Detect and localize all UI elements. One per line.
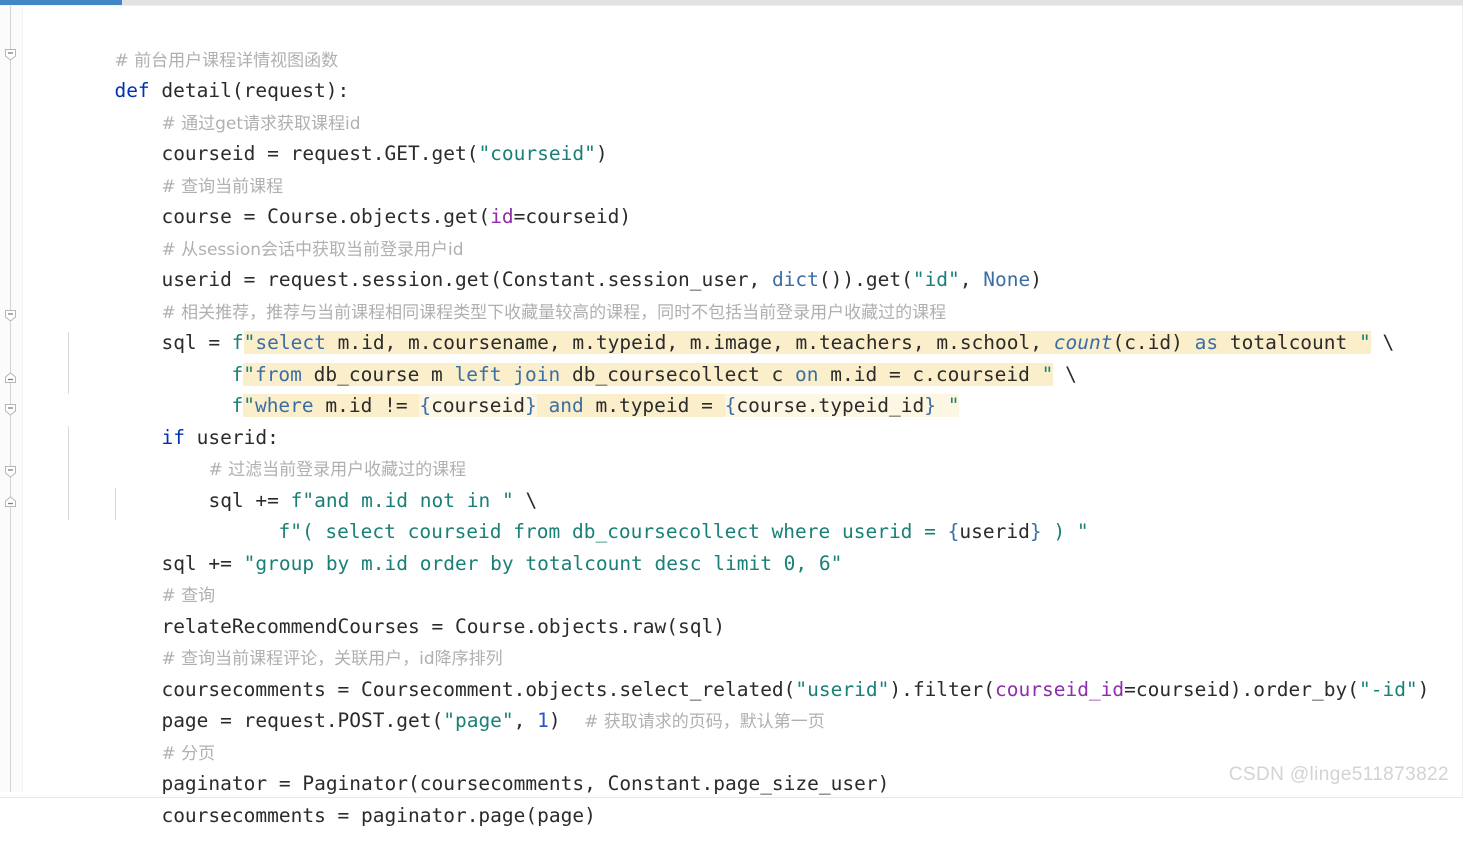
fold-marker-end-icon[interactable] [3, 495, 18, 510]
code-line[interactable]: # 查询当前课程 [91, 139, 283, 197]
code-line[interactable]: # 查询 [91, 548, 215, 606]
code-token: ).filter( [889, 678, 996, 701]
code-token: ) [1417, 678, 1430, 701]
fold-marker-end-icon[interactable] [3, 371, 18, 386]
code-line[interactable]: f"from db_course m left join db_courseco… [161, 328, 1077, 386]
code-line[interactable]: page = request.POST.get("page", 1) # 获取请… [91, 674, 824, 732]
code-line[interactable]: # 过滤当前登录用户收藏过的课程 [138, 422, 466, 480]
string-token: "page" [443, 709, 514, 732]
string-token: "-id" [1358, 678, 1418, 701]
code-token: =courseid) [513, 205, 632, 228]
fstring-literal: and m.typeid = [536, 394, 725, 417]
code-line[interactable]: # 通过get请求获取课程id [91, 76, 360, 134]
comment-token: # 获取请求的页码，默认第一页 [584, 712, 825, 732]
keyword-arg-token: id [490, 205, 514, 228]
fold-marker-expanded-icon[interactable] [3, 308, 18, 323]
code-editor[interactable]: # 前台用户课程详情视图函数 def detail(request): # 通过… [0, 6, 1463, 827]
fstring-interpolation: {courseid} [419, 394, 537, 417]
code-line[interactable]: f"( select courseid from db_coursecollec… [208, 485, 1088, 543]
indent-guide [115, 488, 116, 520]
code-line[interactable]: f"where m.id != {courseid} and m.typeid … [161, 359, 960, 417]
fstring-interpolation: {course.typeid_id} [724, 394, 936, 417]
code-line[interactable]: # 查询当前课程评论，关联用户，id降序排列 [91, 611, 502, 669]
code-line[interactable]: if userid: [91, 391, 278, 449]
code-line[interactable]: course = Course.objects.get(id=courseid) [91, 170, 631, 228]
code-line[interactable]: sql = f"select m.id, m.coursename, m.typ… [91, 296, 1394, 354]
string-token: "group by m.id order by totalcount desc … [243, 552, 843, 575]
code-line[interactable]: # 前台用户课程详情视图函数 [44, 13, 338, 71]
fold-marker-expanded-icon[interactable] [3, 464, 18, 479]
fold-marker-expanded-icon[interactable] [3, 402, 18, 417]
keyword-arg-token: courseid_id [995, 678, 1125, 701]
code-token: ) [548, 709, 585, 732]
code-line[interactable]: def detail(request): [44, 44, 349, 102]
code-line[interactable]: paginator = Paginator(coursecomments, Co… [91, 737, 889, 795]
string-token: "courseid" [478, 142, 596, 165]
code-line[interactable]: # 相关推荐，推荐与当前课程相同课程类型下收藏量较高的课程，同时不包括当前登录用… [91, 265, 946, 323]
code-line[interactable]: # 分页 [91, 706, 215, 764]
code-token: ) [595, 142, 608, 165]
builtin-token: None [983, 268, 1031, 291]
code-token: , [959, 268, 984, 291]
code-line[interactable]: coursecomments = Coursecomment.objects.s… [91, 643, 1429, 701]
indent-guide [68, 332, 69, 394]
code-line[interactable]: courseid = request.GET.get("courseid") [91, 107, 607, 165]
string-token: ) " [1041, 520, 1089, 543]
editor-gutter[interactable] [0, 6, 23, 792]
code-line[interactable]: coursecomments = paginator.page(page) [91, 769, 595, 827]
gutter-rail [10, 6, 11, 792]
code-token: ) [1030, 268, 1042, 291]
code-line[interactable]: # 从session会话中获取当前登录用户id [91, 202, 463, 260]
fold-marker-expanded-icon[interactable] [3, 47, 18, 62]
number-token: 1 [537, 709, 549, 732]
code-token: =courseid).order_by( [1124, 678, 1359, 701]
watermark: CSDN @linge511873822 [1228, 764, 1449, 785]
code-token: coursecomments = paginator.page(page) [161, 804, 596, 827]
code-line[interactable]: sql += "group by m.id order by totalcoun… [91, 517, 842, 575]
code-token: , [513, 709, 538, 732]
code-line[interactable]: relateRecommendCourses = Course.objects.… [91, 580, 725, 638]
code-content[interactable]: # 前台用户课程详情视图函数 def detail(request): # 通过… [22, 6, 1463, 827]
indent-guide [68, 426, 69, 520]
code-line[interactable]: userid = request.session.get(Constant.se… [91, 233, 1042, 291]
code-line[interactable]: sql += f"and m.id not in " \ [138, 454, 537, 512]
